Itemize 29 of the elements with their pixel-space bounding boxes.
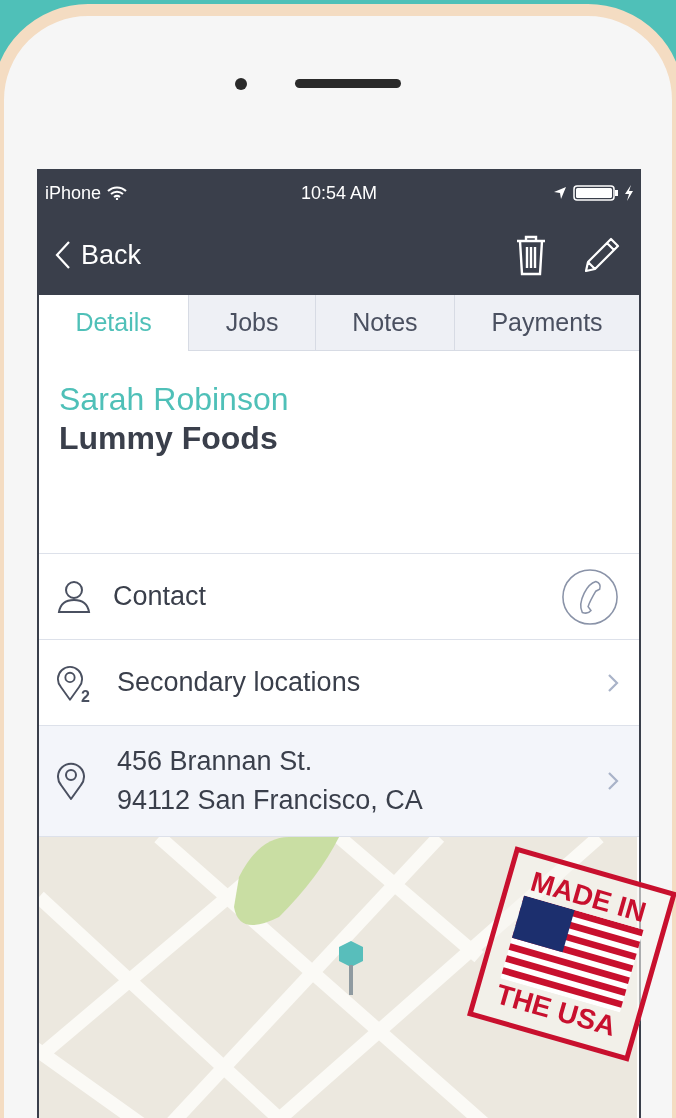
- pencil-icon[interactable]: [583, 236, 621, 274]
- clock-time: 10:54 AM: [300, 182, 378, 204]
- chevron-right-icon: [607, 771, 619, 791]
- address-line: 456 Brannan St.: [117, 745, 314, 778]
- wifi-icon: [107, 186, 128, 200]
- stamp-text: THE USA: [492, 978, 620, 1044]
- location-pin-icon: [57, 663, 83, 702]
- location-count: 2: [81, 687, 90, 706]
- customer-name: Sarah Robinson: [59, 381, 290, 418]
- carrier-label: iPhone: [45, 182, 102, 204]
- location-pin-icon: [57, 761, 85, 801]
- tab[interactable]: Notes: [314, 295, 455, 351]
- address-row[interactable]: 456 Brannan St. 94112 San Francisco, CA: [39, 726, 639, 837]
- contact-row[interactable]: Contact: [39, 554, 639, 640]
- stamp-text: MADE IN: [527, 865, 650, 929]
- trash-icon[interactable]: [515, 234, 547, 276]
- camera-dot: [235, 77, 247, 90]
- phone-call-icon[interactable]: [561, 567, 619, 626]
- chevron-right-icon: [607, 672, 619, 693]
- battery-icon: [573, 185, 619, 201]
- location-arrow-icon: [553, 186, 567, 200]
- tab[interactable]: Jobs: [188, 295, 315, 351]
- back-button[interactable]: Back: [55, 239, 142, 271]
- company-name: Lummy Foods: [59, 420, 279, 457]
- tab[interactable]: Payments: [454, 295, 640, 351]
- chevron-left-icon: [55, 240, 71, 270]
- address-line: 94112 San Francisco, CA: [117, 784, 424, 817]
- charging-bolt-icon: [625, 185, 633, 201]
- person-icon: [57, 579, 91, 614]
